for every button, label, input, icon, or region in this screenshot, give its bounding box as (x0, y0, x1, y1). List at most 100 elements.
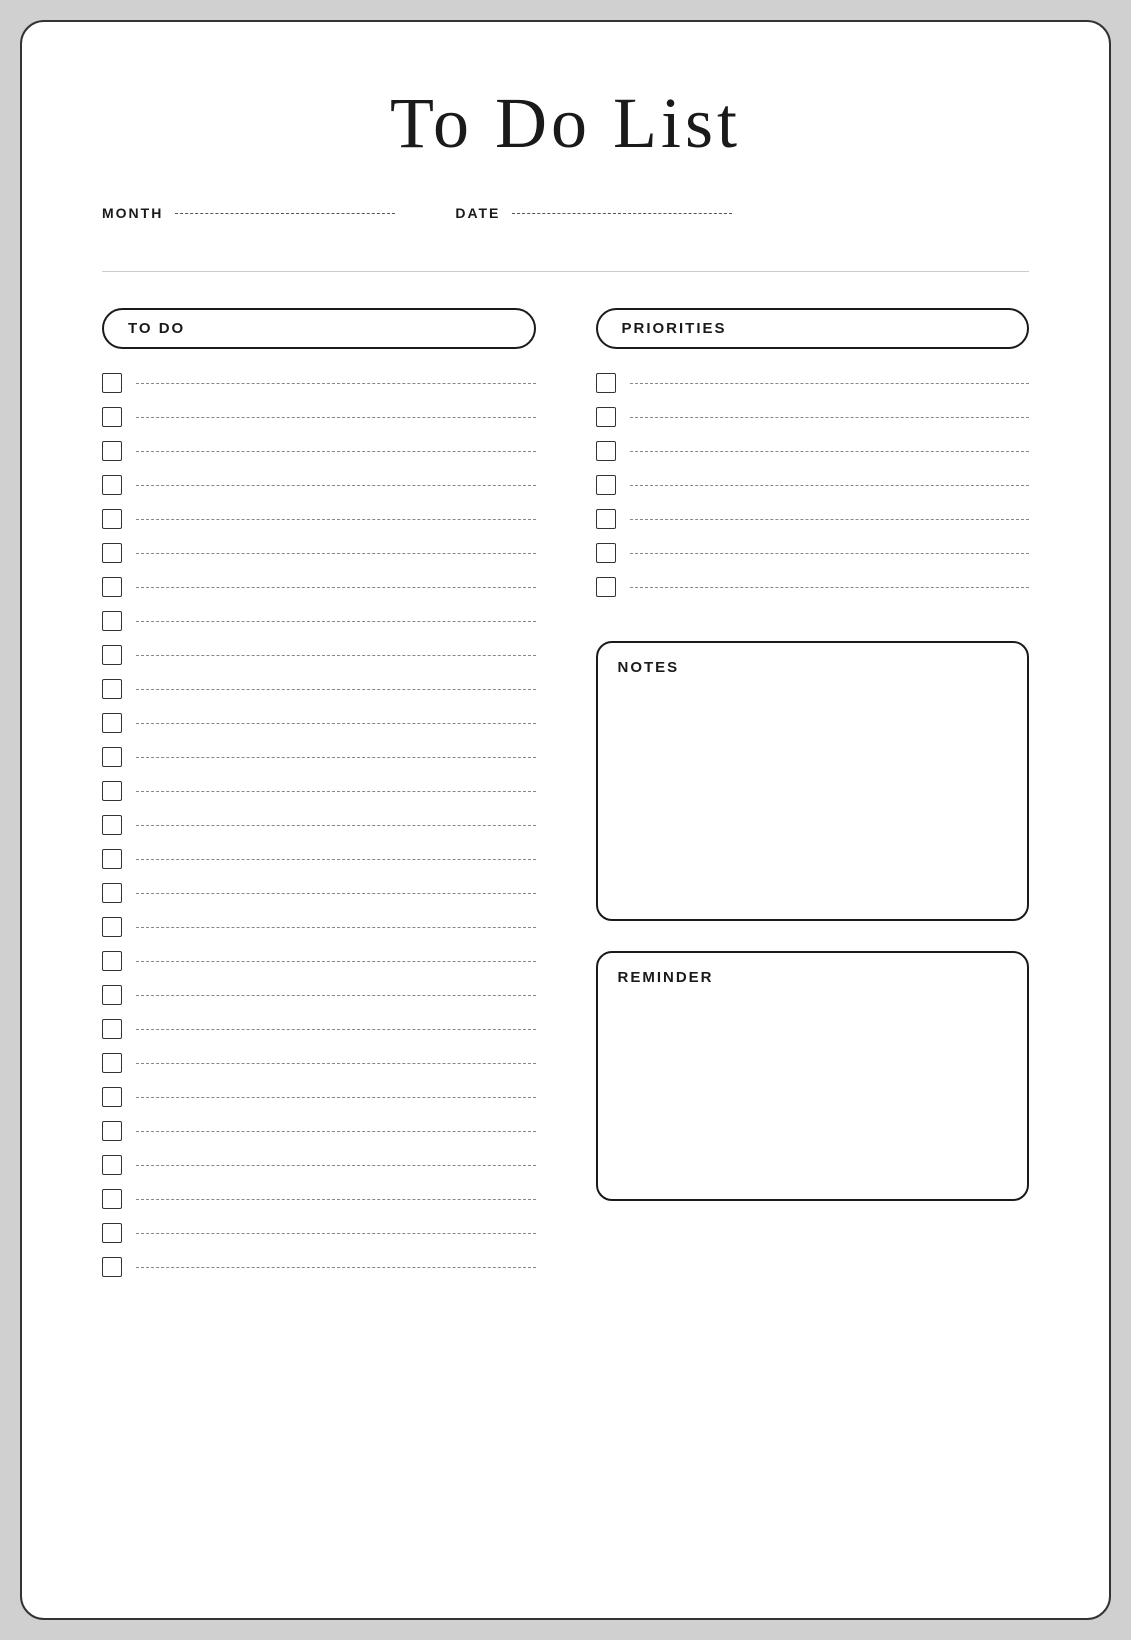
priority-item (596, 441, 1030, 461)
checkbox[interactable] (102, 645, 122, 665)
checkbox[interactable] (596, 441, 616, 461)
priority-item (596, 475, 1030, 495)
check-line (136, 519, 536, 520)
reminder-content[interactable] (618, 996, 1008, 1183)
todo-item (102, 475, 536, 495)
checkbox[interactable] (102, 747, 122, 767)
priority-item (596, 577, 1030, 597)
notes-section: NOTES (596, 641, 1030, 921)
todo-item (102, 611, 536, 631)
priority-item (596, 509, 1030, 529)
checkbox[interactable] (102, 917, 122, 937)
todo-item (102, 645, 536, 665)
divider (102, 271, 1029, 272)
checkbox[interactable] (102, 985, 122, 1005)
check-line (630, 485, 1030, 486)
reminder-header: REMINDER (618, 969, 1008, 986)
check-line (136, 961, 536, 962)
checkbox[interactable] (596, 543, 616, 563)
todo-item (102, 509, 536, 529)
checkbox[interactable] (102, 543, 122, 563)
reminder-section: REMINDER (596, 951, 1030, 1201)
check-line (630, 451, 1030, 452)
todo-item (102, 1257, 536, 1277)
checkbox[interactable] (102, 1257, 122, 1277)
checkbox[interactable] (102, 407, 122, 427)
check-line (136, 1233, 536, 1234)
checkbox[interactable] (102, 1189, 122, 1209)
month-field: MONTH (102, 205, 395, 221)
checkbox[interactable] (596, 475, 616, 495)
check-line (630, 519, 1030, 520)
check-line (136, 1199, 536, 1200)
todo-item (102, 577, 536, 597)
checkbox[interactable] (102, 849, 122, 869)
checkbox[interactable] (102, 1053, 122, 1073)
month-label: MONTH (102, 205, 163, 221)
check-line (136, 1097, 536, 1098)
todo-item (102, 1053, 536, 1073)
checkbox[interactable] (102, 951, 122, 971)
todo-item (102, 1019, 536, 1039)
checkbox[interactable] (102, 475, 122, 495)
check-line (136, 1063, 536, 1064)
notes-header: NOTES (618, 659, 1008, 676)
checkbox[interactable] (596, 407, 616, 427)
todo-item (102, 985, 536, 1005)
checkbox[interactable] (596, 373, 616, 393)
todo-item (102, 1155, 536, 1175)
priorities-header: PRIORITIES (596, 308, 1030, 349)
check-line (136, 1165, 536, 1166)
check-line (136, 451, 536, 452)
check-line (630, 383, 1030, 384)
check-line (136, 859, 536, 860)
check-line (136, 893, 536, 894)
check-line (136, 621, 536, 622)
priorities-checklist (596, 373, 1030, 611)
checkbox[interactable] (102, 1087, 122, 1107)
main-columns: TO DO (102, 308, 1029, 1291)
todo-item (102, 1189, 536, 1209)
todo-item (102, 543, 536, 563)
checkbox[interactable] (102, 883, 122, 903)
notes-content[interactable] (618, 686, 1008, 903)
todo-item (102, 441, 536, 461)
todo-item (102, 747, 536, 767)
check-line (136, 825, 536, 826)
checkbox[interactable] (102, 1019, 122, 1039)
checkbox[interactable] (102, 679, 122, 699)
checkbox[interactable] (102, 815, 122, 835)
checkbox[interactable] (102, 713, 122, 733)
todo-item (102, 713, 536, 733)
checkbox[interactable] (596, 577, 616, 597)
checkbox[interactable] (102, 577, 122, 597)
date-field: DATE (455, 205, 732, 221)
todo-item (102, 781, 536, 801)
todo-item (102, 373, 536, 393)
todo-item (102, 883, 536, 903)
page: To Do List MONTH DATE TO DO (20, 20, 1111, 1620)
checkbox[interactable] (102, 1155, 122, 1175)
checkbox[interactable] (102, 373, 122, 393)
checkbox[interactable] (102, 1223, 122, 1243)
checkbox[interactable] (102, 441, 122, 461)
checkbox[interactable] (102, 509, 122, 529)
check-line (136, 587, 536, 588)
todo-item (102, 815, 536, 835)
right-column: PRIORITIES (596, 308, 1030, 1291)
todo-item (102, 849, 536, 869)
checkbox[interactable] (102, 781, 122, 801)
check-line (136, 689, 536, 690)
todo-column: TO DO (102, 308, 536, 1291)
priority-item (596, 407, 1030, 427)
todo-item (102, 1087, 536, 1107)
check-line (136, 485, 536, 486)
checkbox[interactable] (102, 1121, 122, 1141)
checkbox[interactable] (102, 611, 122, 631)
todo-item (102, 951, 536, 971)
todo-header: TO DO (102, 308, 536, 349)
check-line (136, 757, 536, 758)
meta-row: MONTH DATE (102, 205, 1029, 221)
check-line (630, 553, 1030, 554)
checkbox[interactable] (596, 509, 616, 529)
